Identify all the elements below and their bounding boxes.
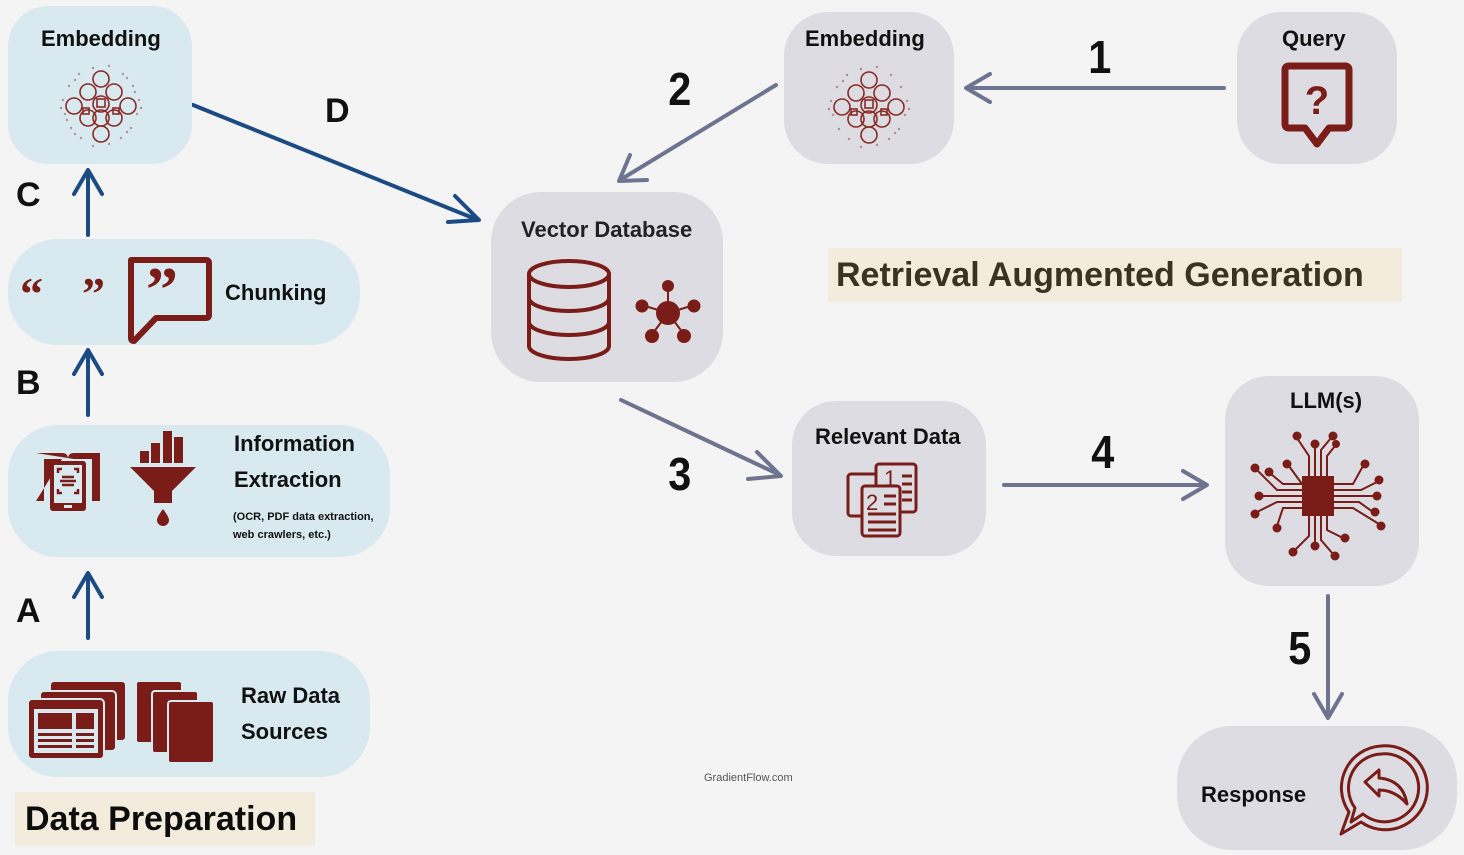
close-quote-icon: ” [82, 268, 105, 319]
extraction-label-line2: Extraction [234, 467, 342, 492]
step-number-1: 1 [1088, 31, 1112, 83]
arrow-2 [617, 83, 778, 183]
step-label-b: B [16, 364, 41, 402]
svg-text:”: ” [82, 268, 105, 319]
embedding-node-prep[interactable]: Embedding [8, 6, 192, 164]
llm-node[interactable]: LLM(s) [1225, 376, 1419, 586]
raw-data-label-line2: Sources [241, 719, 328, 744]
step-label-d: D [325, 92, 350, 130]
information-extraction-node[interactable]: Information Extraction (OCR, PDF data ex… [8, 425, 390, 557]
embedding-node-rag[interactable]: Embedding [784, 12, 954, 164]
embedding-label: Embedding [805, 26, 925, 51]
chunking-label: Chunking [225, 280, 327, 305]
step-number-2: 2 [668, 63, 692, 115]
svg-text:1: 1 [884, 466, 896, 491]
watermark: GradientFlow.com [704, 772, 793, 784]
ranked-documents-icon: 12 [846, 462, 918, 538]
network-hub-icon [635, 280, 701, 343]
chunking-node[interactable]: “ ” ” Chunking [8, 239, 360, 345]
arrow-b [72, 348, 104, 417]
step-label-a: A [16, 592, 41, 630]
embedding-label: Embedding [41, 26, 161, 51]
step-number-4: 4 [1091, 426, 1115, 478]
svg-text:”: ” [146, 254, 178, 325]
data-funnel-icon [130, 431, 196, 526]
section-title-data-preparation: Data Preparation [15, 792, 315, 846]
question-bubble-icon: ? [1281, 62, 1353, 148]
svg-text:“: “ [20, 268, 43, 319]
relevant-data-node[interactable]: Relevant Data 12 [792, 401, 986, 556]
relevant-data-label: Relevant Data [815, 424, 961, 449]
raw-data-sources-node[interactable]: Raw Data Sources [8, 651, 370, 777]
database-icon [527, 259, 611, 361]
chip-circuit-icon [1250, 431, 1386, 561]
arrow-3 [619, 398, 783, 481]
response-label: Response [1201, 782, 1307, 807]
section-title-rag: Retrieval Augmented Generation [828, 248, 1402, 302]
query-node[interactable]: Query ? [1237, 12, 1397, 164]
raw-data-label-line1: Raw Data [241, 683, 341, 708]
vector-database-node[interactable]: Vector Database [491, 192, 723, 382]
arrow-5 [1312, 594, 1344, 720]
documents-stack-icon [135, 680, 215, 764]
llm-label: LLM(s) [1290, 388, 1363, 413]
neural-embedding-icon [827, 65, 911, 149]
reply-bubble-icon [1339, 744, 1429, 836]
svg-text:?: ? [1305, 79, 1329, 123]
vector-database-label: Vector Database [521, 217, 693, 242]
step-label-c: C [16, 176, 41, 214]
query-label: Query [1282, 26, 1346, 51]
tablet-scan-icon [36, 453, 100, 511]
extraction-label-line1: Information [234, 431, 355, 456]
step-number-3: 3 [668, 448, 692, 500]
svg-text:2: 2 [866, 490, 878, 515]
quote-bubble-icon: ” [128, 254, 212, 344]
extraction-note-line2: web crawlers, etc.) [233, 529, 331, 541]
open-quote-icon: “ [20, 268, 43, 319]
extraction-note-line1: (OCR, PDF data extraction, [233, 511, 374, 523]
response-node[interactable]: Response [1177, 726, 1457, 850]
web-pages-icon [27, 680, 127, 760]
arrow-a [72, 571, 104, 640]
neural-embedding-icon [59, 64, 143, 148]
arrow-c [72, 168, 104, 237]
step-number-5: 5 [1288, 622, 1312, 674]
